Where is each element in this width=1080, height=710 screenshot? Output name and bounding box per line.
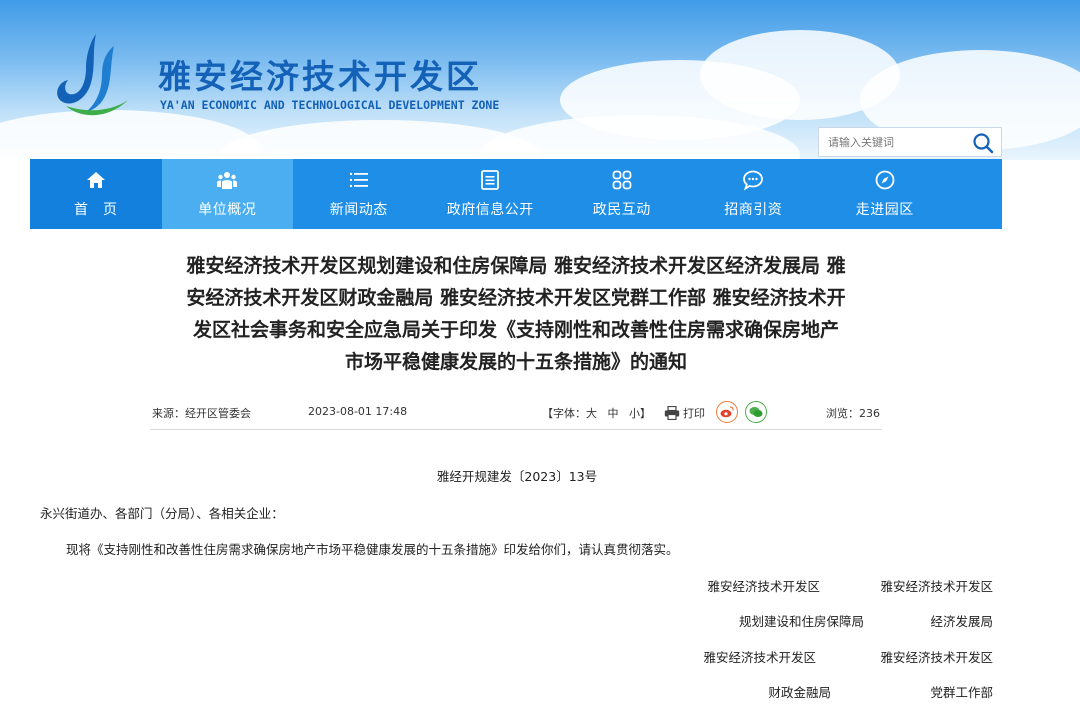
home-icon <box>86 172 105 188</box>
signature-org: 雅安经济技术开发区 <box>880 579 993 594</box>
view-count: 浏览：236 <box>826 407 880 420</box>
search-icon[interactable] <box>971 131 995 155</box>
article-title-line: 雅安经济技术开发区规划建设和住房保障局 雅安经济技术开发区经济发展局 雅 <box>186 255 846 277</box>
article-title-line: 市场平稳健康发展的十五条措施》的通知 <box>344 351 687 373</box>
weibo-share-button[interactable] <box>716 401 738 423</box>
nav-label: 单位概况 <box>198 202 257 218</box>
signature-org: 雅安经济技术开发区 <box>880 650 993 665</box>
article-meta: 来源：经开区管委会 2023-08-01 17:48 【字体：大 中 小】 打印… <box>150 398 882 430</box>
search-box <box>818 127 1002 157</box>
article-title-line: 发区社会事务和安全应急局关于印发《支持刚性和改善性住房需求确保房地产 <box>192 319 839 341</box>
body-paragraph: 现将《支持刚性和改善性住房需求确保房地产市场平稳健康发展的十五条措施》印发给你们… <box>66 542 679 557</box>
nav-item-gov-info[interactable]: 政府信息公开 <box>425 159 557 229</box>
nav-item-unit-overview[interactable]: 单位概况 <box>161 159 293 229</box>
article-source: 来源：经开区管委会 <box>152 407 251 420</box>
font-small-button[interactable]: 小 <box>629 407 640 420</box>
nav-item-home[interactable]: 首 页 <box>30 159 162 229</box>
weibo-icon <box>720 406 734 418</box>
main-nav: 首 页 单位概况 新闻动态 政府信息公开 政民互动 招商引资 走进园区 <box>30 159 1002 229</box>
signature-org: 党群工作部 <box>930 685 993 700</box>
grid-icon <box>612 170 632 190</box>
nav-label: 政民互动 <box>592 202 651 218</box>
print-label: 打印 <box>683 407 705 420</box>
addressee: 永兴街道办、各部门（分局）、各相关企业： <box>40 506 284 521</box>
signature-org: 规划建设和住房保障局 <box>738 614 864 629</box>
signature-org: 雅安经济技术开发区 <box>703 650 816 665</box>
nav-item-interaction[interactable]: 政民互动 <box>556 159 688 229</box>
nav-label: 新闻动态 <box>329 202 388 218</box>
nav-item-investment[interactable]: 招商引资 <box>688 159 820 229</box>
nav-label: 首 页 <box>74 202 118 218</box>
wechat-icon <box>749 407 763 417</box>
wechat-share-button[interactable] <box>745 401 767 423</box>
site-title: 雅安经济技术开发区 <box>158 57 482 96</box>
nav-item-park[interactable]: 走进园区 <box>819 159 951 229</box>
font-large-button[interactable]: 大 <box>586 407 597 420</box>
search-input[interactable] <box>819 128 967 156</box>
font-medium-button[interactable]: 中 <box>608 407 619 420</box>
document-number: 雅经开规建发〔2023〕13号 <box>436 469 598 484</box>
font-size-label-close: 】 <box>640 407 651 420</box>
ya-an-logo-icon[interactable] <box>52 30 134 122</box>
nav-item-news[interactable]: 新闻动态 <box>293 159 425 229</box>
nav-label: 招商引资 <box>724 202 783 218</box>
font-size-label-open: 【字体： <box>542 407 586 420</box>
list-icon <box>349 172 368 188</box>
chat-icon <box>743 170 764 191</box>
signature-org: 雅安经济技术开发区 <box>707 579 820 594</box>
article-title: 雅安经济技术开发区规划建设和住房保障局 雅安经济技术开发区经济发展局 雅 安经济… <box>150 250 882 378</box>
nav-label: 政府信息公开 <box>446 202 534 218</box>
nav-label: 走进园区 <box>855 202 914 218</box>
document-icon <box>481 170 500 190</box>
site-subtitle: YA'AN ECONOMIC AND TECHNOLOGICAL DEVELOP… <box>160 98 500 112</box>
article-datetime: 2023-08-01 17:48 <box>308 405 408 418</box>
signature-org: 财政金融局 <box>768 685 831 700</box>
signature-org: 经济发展局 <box>930 614 993 629</box>
people-icon <box>217 172 238 189</box>
print-button[interactable]: 打印 <box>664 405 705 421</box>
compass-icon <box>875 170 895 190</box>
article-title-line: 安经济技术开发区财政金融局 雅安经济技术开发区党群工作部 雅安经济技术开 <box>186 287 846 309</box>
printer-icon <box>664 406 680 420</box>
font-size-control: 【字体：大 中 小】 <box>542 405 651 421</box>
